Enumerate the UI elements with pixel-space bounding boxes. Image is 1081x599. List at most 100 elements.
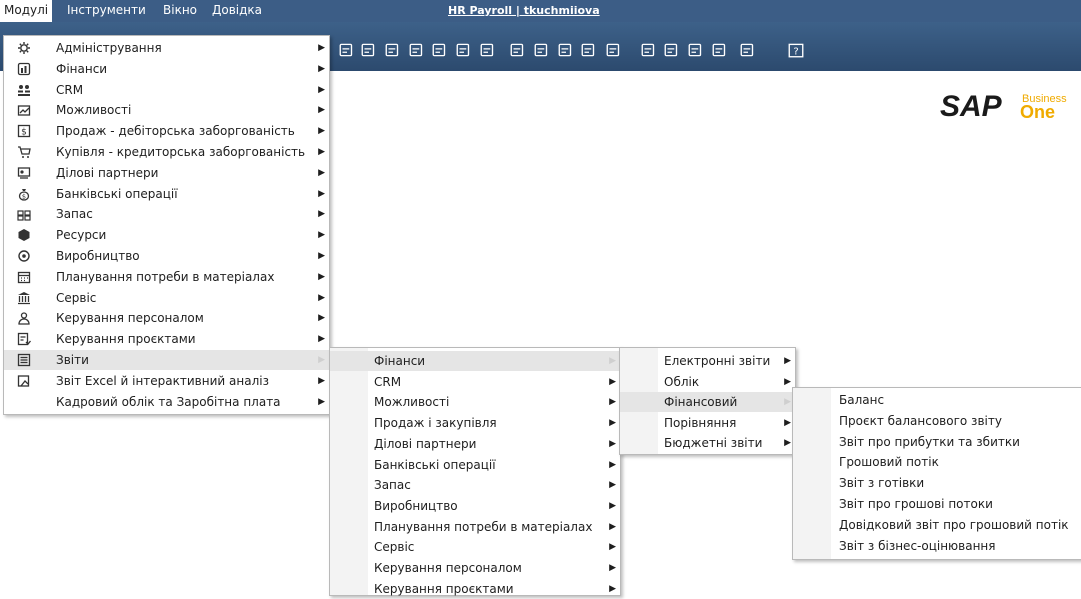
menu-item[interactable]: Сервіс ▶: [4, 288, 329, 308]
menu-item[interactable]: Виробництво ▶: [4, 246, 329, 266]
excel-report-icon: [16, 373, 32, 389]
menu-item-label: Виробництво: [56, 249, 140, 263]
submenu-arrow-icon: ▶: [318, 167, 325, 178]
submenu-arrow-icon: ▶: [609, 563, 616, 573]
report-icon[interactable]: [360, 42, 378, 58]
submenu-arrow-icon: ▶: [318, 84, 325, 95]
menu-item[interactable]: Запас ▶: [4, 204, 329, 224]
submenu-arrow-icon: ▶: [784, 376, 791, 387]
submenu-arrow-icon: ▶: [609, 500, 616, 511]
menu-help[interactable]: Довідка: [212, 0, 262, 22]
menu-item-label: Фінанси: [374, 354, 426, 368]
menu-item-label: Облік: [664, 374, 700, 389]
menu-tools[interactable]: Інструменти: [67, 0, 146, 22]
menu-item-label: Бюджетні звіти: [664, 436, 763, 450]
svg-text:$: $: [22, 192, 26, 200]
submenu-arrow-icon: ▶: [318, 292, 325, 303]
calendar-icon: [16, 269, 32, 285]
menu-item-label: Можливості: [56, 103, 132, 118]
menu-item[interactable]: CRM ▶: [330, 372, 620, 392]
menu-item[interactable]: Адміністрування ▶: [4, 38, 329, 58]
menu-item[interactable]: Звіт про прибутки та збитки: [793, 432, 1081, 452]
menu-item[interactable]: Фінанси ▶: [330, 351, 620, 371]
menu-item[interactable]: Звіт з готівки: [793, 473, 1081, 493]
export-icon[interactable]: [431, 42, 449, 58]
layout-icon[interactable]: [663, 42, 681, 58]
menu-item[interactable]: Кадровий облік та Заробітна плата ▶: [4, 392, 329, 412]
menu-item-label: Купівля - кредиторська заборгованість: [56, 145, 306, 159]
menu-item[interactable]: CRM ▶: [4, 80, 329, 100]
menu-item[interactable]: Бюджетні звіти ▶: [620, 433, 795, 453]
menu-item[interactable]: Планування потреби в матеріалах ▶: [4, 267, 329, 287]
menu-item[interactable]: Можливості ▶: [4, 100, 329, 120]
copy-icon[interactable]: [338, 42, 356, 58]
reports-icon: [16, 352, 32, 368]
menu-item-label: Керування проєктами: [374, 581, 514, 596]
message-icon[interactable]: [455, 42, 473, 58]
menu-item-label: Фінанси: [56, 61, 108, 76]
menu-item-label: Банківські операції: [56, 186, 178, 201]
doc2-icon[interactable]: [640, 42, 658, 58]
menu-item[interactable]: Планування потреби в матеріалах ▶: [330, 517, 620, 537]
menu-item[interactable]: Виробництво ▶: [330, 496, 620, 516]
menu-item[interactable]: $ Банківські операції ▶: [4, 184, 329, 204]
menu-item-label: Грошовий потік: [839, 455, 939, 470]
menu-item[interactable]: Керування проєктами ▶: [4, 329, 329, 349]
menu-item[interactable]: Баланс: [793, 390, 1081, 410]
menu-item[interactable]: Фінанси ▶: [4, 59, 329, 79]
help-icon[interactable]: ?: [787, 42, 805, 58]
menu-item-label: Довідковий звіт про грошовий потік: [839, 517, 1069, 532]
menu-item-label: Запас: [374, 478, 411, 493]
menu-item[interactable]: Звіт з бізнес-оцінювання: [793, 536, 1081, 556]
menu-item[interactable]: Ділові партнери ▶: [330, 434, 620, 454]
menu-item[interactable]: Електронні звіти ▶: [620, 351, 795, 371]
menu-item[interactable]: Купівля - кредиторська заборгованість ▶: [4, 142, 329, 162]
submenu-arrow-icon: ▶: [318, 271, 325, 282]
menu-item[interactable]: Запас ▶: [330, 475, 620, 495]
chart-icon[interactable]: [687, 42, 705, 58]
menu-item[interactable]: Порівняння ▶: [620, 413, 795, 433]
menu-item[interactable]: Облік ▶: [620, 372, 795, 392]
menu-item[interactable]: Ресурси ▶: [4, 225, 329, 245]
menu-item[interactable]: Звіт Excel й інтерактивний аналіз ▶: [4, 371, 329, 391]
menu-item[interactable]: $ Продаж - дебіторська заборгованість ▶: [4, 121, 329, 141]
edit-icon[interactable]: [384, 42, 402, 58]
menu-item[interactable]: Грошовий потік: [793, 452, 1081, 472]
menu-item-label: Керування персоналом: [56, 311, 204, 326]
menu-item[interactable]: Довідковий звіт про грошовий потік: [793, 515, 1081, 535]
menu-item[interactable]: Керування проєктами ▶: [330, 579, 620, 599]
menu-item[interactable]: Фінансовий ▶: [620, 392, 795, 412]
menu-item[interactable]: Звіти ▶: [4, 350, 329, 370]
menu-window[interactable]: Вікно: [163, 0, 197, 22]
submenu-arrow-icon: ▶: [318, 147, 325, 157]
web-icon[interactable]: [739, 42, 757, 58]
sap-business-one-logo: SAP Business One: [918, 78, 1081, 123]
opportunities-icon: [16, 102, 32, 118]
payment2-icon[interactable]: [533, 42, 551, 58]
menu-modules[interactable]: Модулі: [0, 0, 53, 22]
menu-item[interactable]: Ділові партнери ▶: [4, 163, 329, 183]
menu-item[interactable]: Керування персоналом ▶: [330, 558, 620, 578]
pen-icon[interactable]: [711, 42, 729, 58]
payment-icon[interactable]: [509, 42, 527, 58]
submenu-arrow-icon: ▶: [318, 209, 325, 220]
menu-item[interactable]: Проєкт балансового звіту: [793, 411, 1081, 431]
menu-item[interactable]: Продаж і закупівля ▶: [330, 413, 620, 433]
person-icon[interactable]: [605, 42, 623, 58]
menu-item[interactable]: Керування персоналом ▶: [4, 308, 329, 328]
menu-item[interactable]: Банківські операції ▶: [330, 455, 620, 475]
reports-submenu: Фінанси ▶ CRM ▶ Можливості ▶ Продаж і закупівл…: [329, 347, 621, 596]
menu-item-label: Звіти: [56, 353, 89, 367]
document-icon[interactable]: [408, 42, 426, 58]
menu-item[interactable]: Звіт про грошові потоки: [793, 494, 1081, 514]
submenu-arrow-icon: ▶: [318, 355, 325, 365]
chat-icon[interactable]: [479, 42, 497, 58]
org-icon[interactable]: [580, 42, 598, 58]
menu-item[interactable]: Сервіс ▶: [330, 537, 620, 557]
calculator-icon[interactable]: [557, 42, 575, 58]
submenu-arrow-icon: ▶: [784, 438, 791, 448]
menu-item[interactable]: Можливості ▶: [330, 392, 620, 412]
finance-icon: [16, 61, 32, 77]
submenu-arrow-icon: ▶: [318, 313, 325, 324]
finance-submenu: Електронні звіти ▶ Облік ▶ Фінансовий ▶ Порівн…: [619, 347, 796, 455]
